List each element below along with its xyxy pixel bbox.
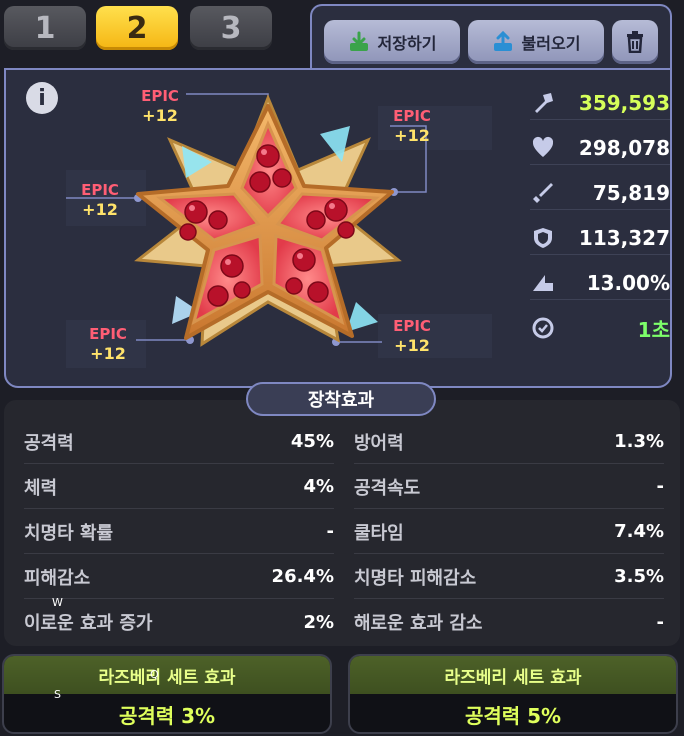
stat-cooldown-value: 1초 [637, 317, 670, 342]
stat-defense: 113,327 [530, 221, 670, 255]
effect-value: 2% [303, 611, 334, 633]
effect-name: 방어력 [354, 432, 404, 454]
effect-value: 3.5% [614, 566, 664, 587]
slot-label-right-top: EPIC +12 [382, 106, 442, 146]
stat-crit: 13.00% [530, 266, 670, 300]
cooldown-icon [530, 315, 556, 341]
upload-icon [492, 31, 514, 53]
load-button[interactable]: 불러오기 [468, 20, 604, 64]
preset-tab-1-label: 1 [34, 10, 56, 46]
effect-name: 체력 [24, 477, 58, 499]
topping-panel: i EPIC +12 EPIC +12 EPIC +12 EPIC +12 EP… [4, 68, 672, 388]
overlay-marker-q: Q [150, 668, 159, 681]
effect-name: 치명타 피해감소 [354, 567, 477, 589]
effect-row-attack-speed: 공격속도 - [354, 465, 664, 509]
power-icon [530, 90, 556, 116]
delete-button[interactable] [612, 20, 658, 64]
slot-label-left-top: EPIC +12 [70, 180, 130, 220]
stat-cooldown: 1초 [530, 311, 670, 345]
save-button[interactable]: 저장하기 [324, 20, 460, 64]
slot-level: +12 [394, 336, 430, 355]
sword-icon [530, 180, 556, 206]
stat-attack-value: 75,819 [592, 180, 670, 205]
effect-value: 7.4% [614, 521, 664, 542]
stat-power: 359,593 [530, 86, 670, 120]
slot-grade: EPIC [89, 325, 127, 343]
effect-name: 치명타 확률 [24, 522, 114, 544]
preset-tab-1[interactable]: 1 [4, 6, 86, 50]
stat-attack: 75,819 [530, 176, 670, 210]
load-button-label: 불러오기 [521, 34, 581, 53]
set-effect-right: 라즈베리 세트 효과 공격력 5% [348, 654, 678, 734]
effect-row-defense: 방어력 1.3% [354, 420, 664, 464]
effect-value: - [656, 476, 664, 497]
slot-grade: EPIC [81, 181, 119, 199]
slot-grade: EPIC [141, 87, 179, 105]
set-effect-value: 공격력 5% [464, 703, 562, 728]
effect-name: 해로운 효과 감소 [354, 613, 483, 634]
equip-effects-table: 공격력 45% 방어력 1.3% 체력 4% 공격속도 - 치명타 확률 - 쿨… [4, 400, 680, 646]
trash-icon [624, 31, 646, 53]
effect-value: 45% [290, 431, 334, 452]
overlay-marker-w: W [52, 596, 63, 609]
stat-power-value: 359,593 [578, 90, 670, 115]
effect-row-health: 체력 4% [24, 465, 334, 509]
save-button-label: 저장하기 [377, 34, 437, 53]
slot-label-left-bottom: EPIC +12 [78, 324, 138, 364]
effect-row-crit-chance: 치명타 확률 - [24, 510, 334, 554]
set-effect-title: 라즈베리 세트 효과 [350, 656, 676, 694]
preset-tab-2[interactable]: 2 [96, 6, 178, 50]
slot-grade: EPIC [393, 107, 431, 125]
preset-toolbar: 저장하기 불러오기 [310, 4, 672, 70]
set-effect-title: 라즈베리 세트 효과 [4, 656, 330, 694]
stat-health-value: 298,078 [578, 135, 670, 160]
effect-value: - [326, 521, 334, 542]
stat-crit-value: 13.00% [586, 270, 670, 295]
preset-tab-2-label: 2 [126, 10, 148, 46]
set-effect-value: 공격력 3% [118, 703, 216, 728]
effect-row-debuff-resist: 해로운 효과 감소 - [354, 600, 664, 644]
equip-effects-title: 장착효과 [246, 382, 436, 416]
heart-icon [530, 135, 556, 161]
shield-icon [530, 225, 556, 251]
effect-value: 4% [303, 476, 334, 497]
slot-level: +12 [82, 200, 118, 219]
stat-defense-value: 113,327 [578, 225, 670, 250]
effect-row-crit-damage-reduction: 치명타 피해감소 3.5% [354, 555, 664, 599]
preset-tab-3[interactable]: 3 [190, 6, 272, 50]
effect-row-cooldown: 쿨타임 7.4% [354, 510, 664, 554]
effect-value: 1.3% [614, 431, 664, 452]
effect-row-buff-amplify: 이로운 효과 증가 2% [24, 600, 334, 644]
download-icon [348, 31, 370, 53]
effect-value: 26.4% [271, 566, 334, 587]
overlay-marker-s: S [54, 688, 61, 701]
slot-level: +12 [90, 344, 126, 363]
stat-health: 298,078 [530, 131, 670, 165]
effect-value: - [656, 611, 664, 633]
slot-grade: EPIC [393, 317, 431, 335]
crit-icon [530, 270, 556, 296]
slot-label-right-bottom: EPIC +12 [382, 316, 442, 356]
slot-level: +12 [394, 126, 430, 145]
effect-name: 쿨타임 [354, 522, 404, 544]
preset-tab-3-label: 3 [220, 10, 242, 46]
effect-name: 공격속도 [354, 477, 421, 499]
slot-label-top: EPIC +12 [130, 86, 190, 126]
effect-row-attack: 공격력 45% [24, 420, 334, 464]
slot-level: +12 [142, 106, 178, 125]
set-effect-left: 라즈베리 세트 효과 공격력 3% [2, 654, 332, 734]
effect-name: 공격력 [24, 432, 74, 454]
effect-row-damage-reduction: 피해감소 26.4% [24, 555, 334, 599]
effect-name: 이로운 효과 증가 [24, 613, 153, 634]
effect-name: 피해감소 [24, 567, 91, 589]
